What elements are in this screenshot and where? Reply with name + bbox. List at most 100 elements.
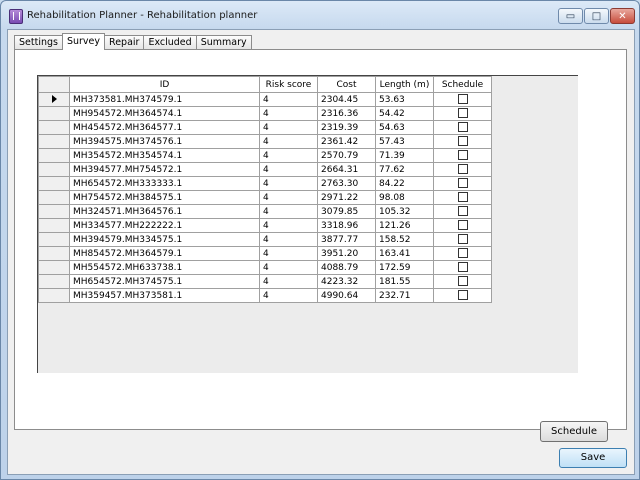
schedule-checkbox[interactable] <box>457 108 468 119</box>
schedule-checkbox[interactable] <box>457 164 468 175</box>
cell-length[interactable]: 172.59 <box>375 260 434 275</box>
schedule-button[interactable]: Schedule <box>540 421 608 442</box>
cell-cost[interactable]: 2570.79 <box>317 148 376 163</box>
cell-risk-score[interactable]: 4 <box>259 134 318 149</box>
schedule-checkbox[interactable] <box>457 178 468 189</box>
row-header[interactable] <box>38 92 70 107</box>
column-header-length[interactable]: Length (m) <box>375 76 434 93</box>
schedule-checkbox[interactable] <box>457 136 468 147</box>
survey-grid[interactable]: ID Risk score Cost Length (m) Schedule M… <box>37 75 578 373</box>
schedule-checkbox[interactable] <box>457 206 468 217</box>
cell-length[interactable]: 54.63 <box>375 120 434 135</box>
cell-schedule[interactable] <box>433 190 492 205</box>
cell-risk-score[interactable]: 4 <box>259 162 318 177</box>
row-header[interactable] <box>38 232 70 247</box>
schedule-checkbox[interactable] <box>457 262 468 273</box>
table-row[interactable]: MH454572.MH364577.1 4 2319.39 54.63 <box>38 120 492 135</box>
cell-id[interactable]: MH334577.MH222222.1 <box>69 218 260 233</box>
cell-cost[interactable]: 2664.31 <box>317 162 376 177</box>
table-row[interactable]: MH354572.MH354574.1 4 2570.79 71.39 <box>38 148 492 163</box>
maximize-button[interactable]: □ <box>584 8 609 24</box>
cell-length[interactable]: 71.39 <box>375 148 434 163</box>
column-header-schedule[interactable]: Schedule <box>433 76 492 93</box>
cell-cost[interactable]: 2304.45 <box>317 92 376 107</box>
cell-schedule[interactable] <box>433 288 492 303</box>
cell-cost[interactable]: 2316.36 <box>317 106 376 121</box>
cell-id[interactable]: MH394579.MH334575.1 <box>69 232 260 247</box>
column-header-id[interactable]: ID <box>69 76 260 93</box>
tab-summary[interactable]: Summary <box>195 35 252 50</box>
cell-length[interactable]: 57.43 <box>375 134 434 149</box>
cell-length[interactable]: 98.08 <box>375 190 434 205</box>
table-row[interactable]: MH359457.MH373581.1 4 4990.64 232.71 <box>38 288 492 303</box>
cell-schedule[interactable] <box>433 106 492 121</box>
schedule-checkbox[interactable] <box>457 290 468 301</box>
cell-length[interactable]: 54.42 <box>375 106 434 121</box>
cell-risk-score[interactable]: 4 <box>259 274 318 289</box>
cell-id[interactable]: MH354572.MH354574.1 <box>69 148 260 163</box>
cell-cost[interactable]: 4088.79 <box>317 260 376 275</box>
cell-risk-score[interactable]: 4 <box>259 246 318 261</box>
cell-id[interactable]: MH394575.MH374576.1 <box>69 134 260 149</box>
cell-risk-score[interactable]: 4 <box>259 120 318 135</box>
cell-schedule[interactable] <box>433 120 492 135</box>
row-header[interactable] <box>38 120 70 135</box>
cell-schedule[interactable] <box>433 218 492 233</box>
row-header[interactable] <box>38 288 70 303</box>
cell-schedule[interactable] <box>433 148 492 163</box>
cell-id[interactable]: MH373581.MH374579.1 <box>69 92 260 107</box>
close-button[interactable]: ✕ <box>610 8 635 24</box>
schedule-checkbox[interactable] <box>457 122 468 133</box>
cell-schedule[interactable] <box>433 204 492 219</box>
cell-cost[interactable]: 2319.39 <box>317 120 376 135</box>
table-row[interactable]: MH394577.MH754572.1 4 2664.31 77.62 <box>38 162 492 177</box>
row-header[interactable] <box>38 218 70 233</box>
row-header[interactable] <box>38 274 70 289</box>
tab-settings[interactable]: Settings <box>14 35 63 50</box>
schedule-checkbox[interactable] <box>457 220 468 231</box>
cell-id[interactable]: MH324571.MH364576.1 <box>69 204 260 219</box>
cell-cost[interactable]: 2763.30 <box>317 176 376 191</box>
row-header[interactable] <box>38 190 70 205</box>
table-row[interactable]: MH394575.MH374576.1 4 2361.42 57.43 <box>38 134 492 149</box>
row-header[interactable] <box>38 260 70 275</box>
cell-length[interactable]: 84.22 <box>375 176 434 191</box>
cell-length[interactable]: 77.62 <box>375 162 434 177</box>
table-row[interactable]: MH373581.MH374579.1 4 2304.45 53.63 <box>38 92 492 107</box>
cell-risk-score[interactable]: 4 <box>259 106 318 121</box>
tab-survey[interactable]: Survey <box>61 33 106 50</box>
cell-id[interactable]: MH554572.MH633738.1 <box>69 260 260 275</box>
table-row[interactable]: MH654572.MH374575.1 4 4223.32 181.55 <box>38 274 492 289</box>
cell-schedule[interactable] <box>433 92 492 107</box>
schedule-checkbox[interactable] <box>457 94 468 105</box>
cell-length[interactable]: 163.41 <box>375 246 434 261</box>
cell-length[interactable]: 181.55 <box>375 274 434 289</box>
table-row[interactable]: MH754572.MH384575.1 4 2971.22 98.08 <box>38 190 492 205</box>
cell-id[interactable]: MH454572.MH364577.1 <box>69 120 260 135</box>
cell-schedule[interactable] <box>433 232 492 247</box>
row-header[interactable] <box>38 246 70 261</box>
cell-cost[interactable]: 4990.64 <box>317 288 376 303</box>
cell-id[interactable]: MH654572.MH333333.1 <box>69 176 260 191</box>
table-row[interactable]: MH654572.MH333333.1 4 2763.30 84.22 <box>38 176 492 191</box>
row-header[interactable] <box>38 148 70 163</box>
cell-risk-score[interactable]: 4 <box>259 218 318 233</box>
cell-risk-score[interactable]: 4 <box>259 288 318 303</box>
schedule-checkbox[interactable] <box>457 276 468 287</box>
cell-length[interactable]: 158.52 <box>375 232 434 247</box>
cell-cost[interactable]: 2361.42 <box>317 134 376 149</box>
cell-length[interactable]: 105.32 <box>375 204 434 219</box>
column-header-cost[interactable]: Cost <box>317 76 376 93</box>
cell-risk-score[interactable]: 4 <box>259 92 318 107</box>
cell-risk-score[interactable]: 4 <box>259 204 318 219</box>
cell-risk-score[interactable]: 4 <box>259 190 318 205</box>
cell-cost[interactable]: 3877.77 <box>317 232 376 247</box>
cell-id[interactable]: MH754572.MH384575.1 <box>69 190 260 205</box>
cell-schedule[interactable] <box>433 274 492 289</box>
table-row[interactable]: MH854572.MH364579.1 4 3951.20 163.41 <box>38 246 492 261</box>
column-header-risk-score[interactable]: Risk score <box>259 76 318 93</box>
cell-id[interactable]: MH654572.MH374575.1 <box>69 274 260 289</box>
row-header[interactable] <box>38 106 70 121</box>
cell-length[interactable]: 53.63 <box>375 92 434 107</box>
schedule-checkbox[interactable] <box>457 150 468 161</box>
